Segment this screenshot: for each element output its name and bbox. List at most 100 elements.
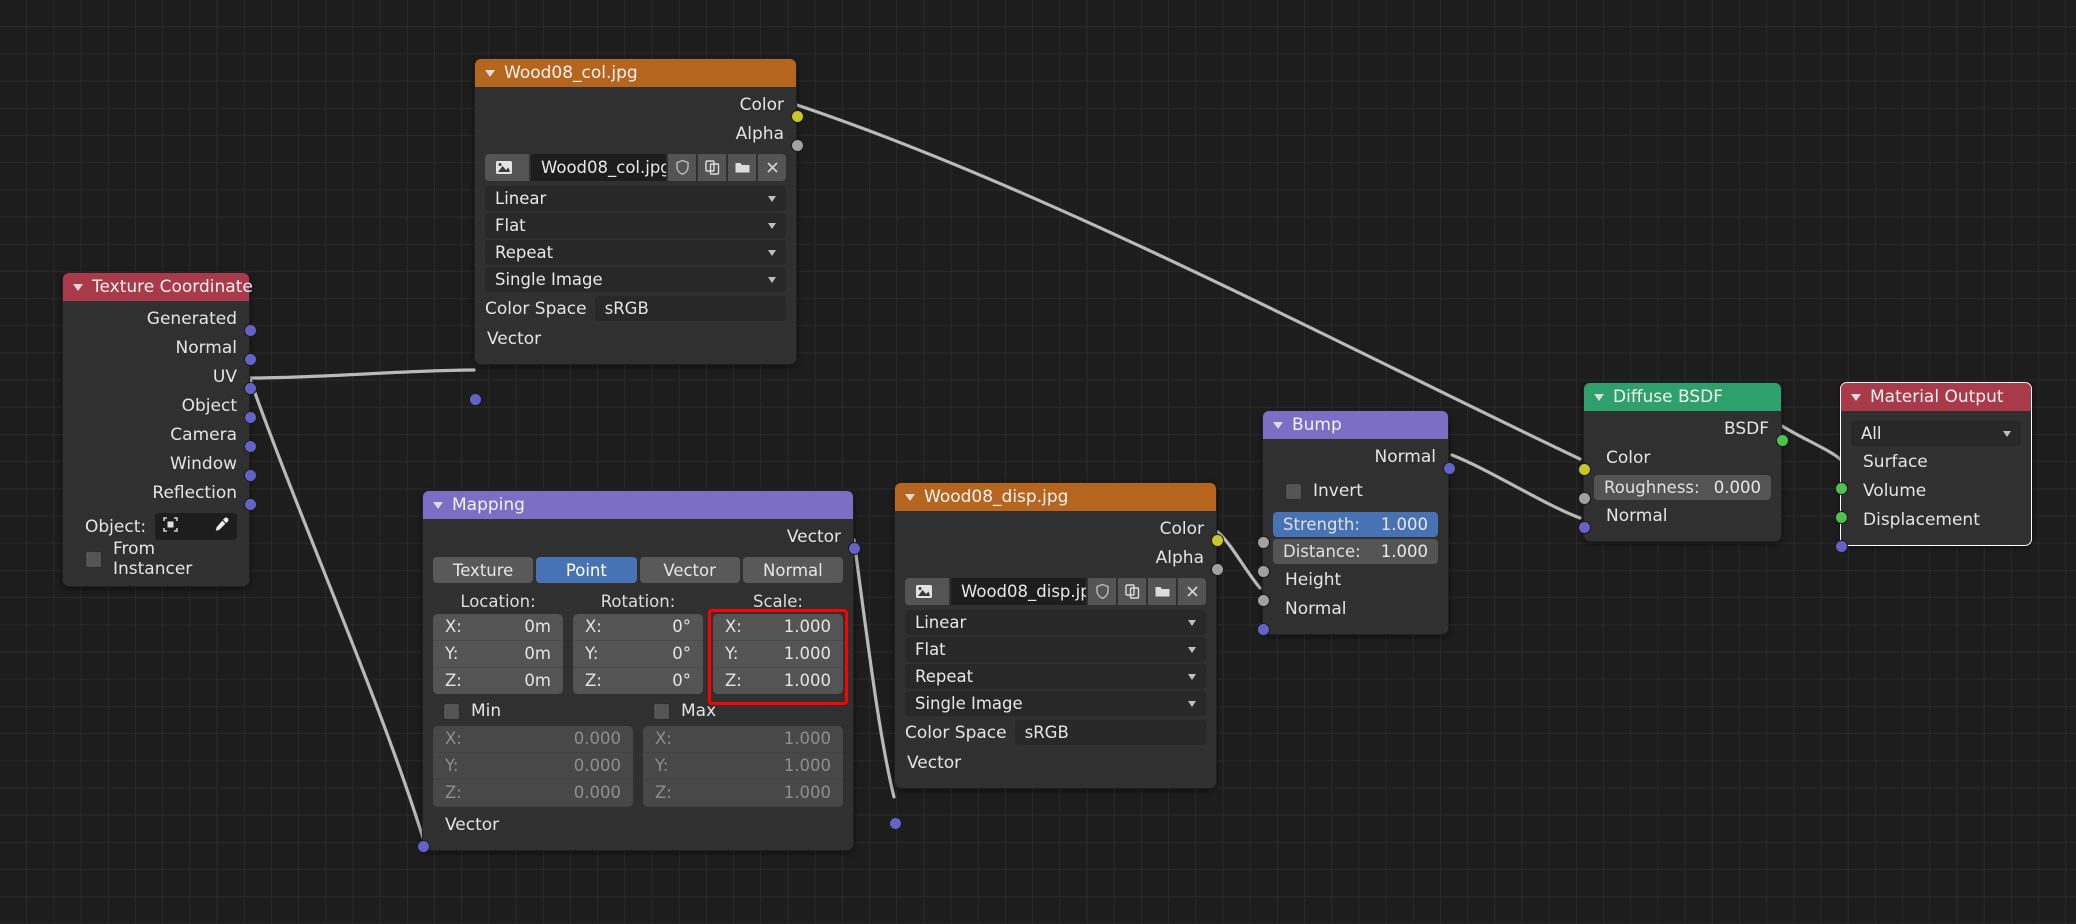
roughness-slider[interactable]: Roughness: 0.000 <box>1594 475 1771 500</box>
mapping-type-vector[interactable]: Vector <box>639 557 740 583</box>
socket-out-reflection[interactable] <box>244 498 257 511</box>
location-x-field[interactable]: X: 0m <box>433 614 563 641</box>
node-header-diffuse-bsdf[interactable]: Diffuse BSDF <box>1584 383 1781 411</box>
fake-user-shield-icon[interactable] <box>668 154 696 181</box>
projection-dropdown[interactable]: Flat <box>485 213 786 238</box>
scale-z-field[interactable]: Z: 1.000 <box>713 668 843 694</box>
unlink-close-icon[interactable] <box>1178 578 1206 605</box>
socket-in-displacement[interactable] <box>1835 540 1848 553</box>
collapse-triangle-icon[interactable] <box>1594 393 1604 401</box>
socket-in-distance[interactable] <box>1257 565 1270 578</box>
from-instancer-checkbox[interactable] <box>85 550 102 568</box>
source-dropdown[interactable]: Single Image <box>905 691 1206 716</box>
color-space-dropdown[interactable]: sRGB <box>1014 720 1206 745</box>
socket-in-vector[interactable] <box>469 393 482 406</box>
node-material-output[interactable]: Material Output All Surface Volume Displ… <box>1835 382 2032 553</box>
interpolation-dropdown[interactable]: Linear <box>485 186 786 211</box>
color-space-dropdown[interactable]: sRGB <box>594 296 786 321</box>
scale-fields[interactable]: X: 1.000 Y: 1.000 Z: 1.000 <box>713 614 843 694</box>
node-header-bump[interactable]: Bump <box>1263 411 1448 439</box>
collapse-triangle-icon[interactable] <box>485 69 495 77</box>
image-name-field[interactable]: Wood08_disp.jpg <box>951 578 1086 605</box>
max-checkbox[interactable] <box>653 702 670 720</box>
collapse-triangle-icon[interactable] <box>1851 393 1861 401</box>
node-header-image-disp[interactable]: Wood08_disp.jpg <box>895 483 1216 511</box>
node-header-image-color[interactable]: Wood08_col.jpg <box>475 59 796 87</box>
from-instancer-row[interactable]: From Instancer <box>63 539 249 579</box>
socket-out-bsdf[interactable] <box>1776 434 1789 447</box>
mapping-type-buttons[interactable]: Texture Point Vector Normal <box>433 557 843 583</box>
socket-out-vector[interactable] <box>848 542 861 555</box>
strength-slider[interactable]: Strength: 1.000 <box>1273 512 1438 537</box>
collapse-triangle-icon[interactable] <box>905 493 915 501</box>
socket-in-height[interactable] <box>1257 594 1270 607</box>
socket-in-roughness[interactable] <box>1578 492 1591 505</box>
socket-out-normal[interactable] <box>1443 462 1456 475</box>
socket-out-uv[interactable] <box>244 382 257 395</box>
fake-user-shield-icon[interactable] <box>1088 578 1116 605</box>
socket-out-object[interactable] <box>244 411 257 424</box>
collapse-triangle-icon[interactable] <box>433 501 443 509</box>
socket-in-vector[interactable] <box>889 817 902 830</box>
node-diffuse-bsdf[interactable]: Diffuse BSDF BSDF Color Roughness: 0.000… <box>1578 382 1789 542</box>
socket-in-vector[interactable] <box>417 840 430 853</box>
image-datablock-browse[interactable] <box>905 578 949 605</box>
collapse-triangle-icon[interactable] <box>1273 421 1283 429</box>
node-image-texture-color[interactable]: Wood08_col.jpg Color Alpha Wood08_col.jp… <box>469 58 804 406</box>
open-folder-icon[interactable] <box>1148 578 1176 605</box>
socket-out-alpha[interactable] <box>791 139 804 152</box>
mapping-type-normal[interactable]: Normal <box>742 557 843 583</box>
duplicate-icon[interactable] <box>698 154 726 181</box>
socket-in-color[interactable] <box>1578 463 1591 476</box>
object-field[interactable] <box>155 513 237 540</box>
socket-out-normal[interactable] <box>244 353 257 366</box>
rotation-y-field[interactable]: Y: 0° <box>573 641 703 668</box>
min-header[interactable]: Min <box>433 696 633 726</box>
object-browse-icon[interactable] <box>162 516 179 538</box>
interpolation-dropdown[interactable]: Linear <box>905 610 1206 635</box>
invert-row[interactable]: Invert <box>1263 472 1448 510</box>
rotation-x-field[interactable]: X: 0° <box>573 614 703 641</box>
image-datablock-browse[interactable] <box>485 154 529 181</box>
location-y-field[interactable]: Y: 0m <box>433 641 563 668</box>
node-header-material-output[interactable]: Material Output <box>1841 383 2031 411</box>
socket-out-alpha[interactable] <box>1211 563 1224 576</box>
location-z-field[interactable]: Z: 0m <box>433 668 563 694</box>
node-editor-canvas[interactable]: Texture Coordinate Generated Normal UV O… <box>0 0 2076 924</box>
source-dropdown[interactable]: Single Image <box>485 267 786 292</box>
open-folder-icon[interactable] <box>728 154 756 181</box>
scale-x-field[interactable]: X: 1.000 <box>713 614 843 641</box>
min-checkbox[interactable] <box>443 702 460 720</box>
socket-in-volume[interactable] <box>1835 511 1848 524</box>
collapse-triangle-icon[interactable] <box>73 283 83 291</box>
rotation-fields[interactable]: X: 0° Y: 0° Z: 0° <box>573 614 703 694</box>
image-datablock-bar[interactable]: Wood08_disp.jpg <box>905 578 1206 605</box>
socket-in-normal[interactable] <box>1257 623 1270 636</box>
node-bump[interactable]: Bump Normal Invert Strength: 1.000 Dista… <box>1257 410 1456 636</box>
socket-out-color[interactable] <box>1211 534 1224 547</box>
extension-dropdown[interactable]: Repeat <box>905 664 1206 689</box>
image-datablock-bar[interactable]: Wood08_col.jpg <box>485 154 786 181</box>
target-dropdown[interactable]: All <box>1851 421 2021 446</box>
location-fields[interactable]: X: 0m Y: 0m Z: 0m <box>433 614 563 694</box>
extension-dropdown[interactable]: Repeat <box>485 240 786 265</box>
node-texture-coordinate[interactable]: Texture Coordinate Generated Normal UV O… <box>62 272 257 587</box>
socket-out-window[interactable] <box>244 469 257 482</box>
socket-in-strength[interactable] <box>1257 536 1270 549</box>
socket-in-normal[interactable] <box>1578 521 1591 534</box>
image-name-field[interactable]: Wood08_col.jpg <box>531 154 666 181</box>
socket-out-camera[interactable] <box>244 440 257 453</box>
node-image-texture-displacement[interactable]: Wood08_disp.jpg Color Alpha Wood08_disp.… <box>889 482 1224 830</box>
node-mapping[interactable]: Mapping Vector Texture Point Vector Norm… <box>417 490 861 853</box>
mapping-type-point[interactable]: Point <box>536 557 637 583</box>
scale-y-field[interactable]: Y: 1.000 <box>713 641 843 668</box>
socket-out-color[interactable] <box>791 110 804 123</box>
unlink-close-icon[interactable] <box>758 154 786 181</box>
node-header-mapping[interactable]: Mapping <box>423 491 853 519</box>
projection-dropdown[interactable]: Flat <box>905 637 1206 662</box>
rotation-z-field[interactable]: Z: 0° <box>573 668 703 694</box>
distance-slider[interactable]: Distance: 1.000 <box>1273 539 1438 564</box>
socket-in-surface[interactable] <box>1835 482 1848 495</box>
duplicate-icon[interactable] <box>1118 578 1146 605</box>
node-header-texture-coordinate[interactable]: Texture Coordinate <box>63 273 253 301</box>
